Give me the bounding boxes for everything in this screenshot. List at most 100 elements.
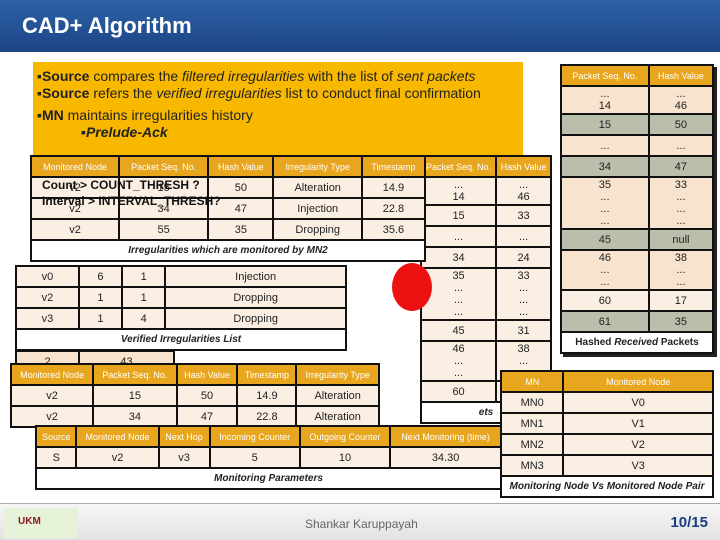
interval-threshold: Interval > INTERVAL_THRESH? <box>42 194 221 208</box>
bullet-4: ▪Prelude-Ack <box>81 124 168 140</box>
table-cell: 1 <box>121 286 167 309</box>
table-cell: ... <box>419 225 498 248</box>
monitoring-pair-table: MN Monitored Node MN0 V0 MN1 V1 MN2 V2 MN3 V3 Moni… <box>499 370 714 498</box>
table-cell: 1 <box>121 265 167 288</box>
column-header: Monitored Node <box>29 155 121 178</box>
table-cell: null <box>647 228 715 251</box>
table-row: 35 ... ... ... 33 ... ... ... <box>560 176 715 230</box>
column-header: Monitored Node <box>75 425 160 448</box>
table-cell: 47 <box>647 155 715 178</box>
table-cell: 15 <box>92 384 178 407</box>
column-header: Monitored Node <box>9 363 95 386</box>
table-cell: ... <box>560 134 650 157</box>
table-cell: ... <box>647 134 715 157</box>
table-cell: ... 46 <box>647 85 715 115</box>
network-node <box>392 263 432 311</box>
table-cell: Alteration <box>295 384 380 407</box>
footer: UKM Shankar Karuppayah 10/15 <box>0 503 720 540</box>
column-header: Outgoing Counter <box>298 425 392 448</box>
bullet-1: ▪Source compares the filtered irregulari… <box>37 68 476 84</box>
table-cell: V3 <box>562 454 714 477</box>
table-row: v2 1 1 Dropping <box>15 286 347 309</box>
table-cell: 24 <box>495 246 552 269</box>
table-cell: 14.9 <box>360 176 427 199</box>
table-cell: V0 <box>562 391 714 414</box>
table-cell: 6 <box>77 265 124 288</box>
table-cell: 50 <box>175 384 239 407</box>
column-header: Packet Seq. No. <box>419 155 498 178</box>
column-header: Hash Value <box>175 363 239 386</box>
column-header: Packet Seq. No. <box>560 64 650 87</box>
table-cell: Alteration <box>295 405 380 428</box>
table-cell: v2 <box>75 446 160 469</box>
table-caption: Irregularities which are monitored by MN… <box>30 239 426 262</box>
table-cell: ... 46 <box>495 176 552 206</box>
verified-irregularities-table: v0 6 1 Injection v2 1 1 Dropping v3 1 4 Dropping Ver… <box>15 265 347 351</box>
filtered-irregularities-table: Monitored Node Packet Seq. No. Hash Value T… <box>9 363 380 428</box>
table-row: ... 14... 46 <box>560 85 715 115</box>
table-cell: MN0 <box>499 391 565 414</box>
table-cell: 55 <box>118 218 210 241</box>
column-header: Hash Value <box>647 64 715 87</box>
table-cell: MN3 <box>499 454 565 477</box>
table-row: 35 ... ... ... 33 ... ... ... <box>419 267 552 321</box>
table-cell: v2 <box>29 218 121 241</box>
table-cell: 47 <box>175 405 239 428</box>
table-cell: 60 <box>560 289 650 312</box>
table-cell: 46 ... ... <box>419 340 498 382</box>
table-cell: 35 <box>207 218 275 241</box>
table-row: v2 15 50 14.9 Alteration <box>9 384 380 407</box>
caption-part: Received <box>614 337 659 348</box>
column-header: Packet Seq. No. <box>118 155 210 178</box>
table-cell: 46 ... ... <box>560 249 650 291</box>
table-row: 34 24 <box>419 246 552 269</box>
table-cell: 31 <box>495 319 552 342</box>
table-cell: Dropping <box>164 286 347 309</box>
column-header: Hash Value <box>495 155 552 178</box>
column-header: Monitored Node <box>562 370 714 393</box>
column-header: Timestamp <box>236 363 298 386</box>
table-caption: Monitoring Node Vs Monitored Node Pair <box>500 475 714 498</box>
column-header: Irregularity Type <box>295 363 380 386</box>
table-cell: ... 14 <box>560 85 650 115</box>
table-cell: v0 <box>15 265 80 288</box>
table-cell: 35 ... ... ... <box>560 176 650 230</box>
bullet-box: ▪Source compares the filtered irregulari… <box>33 62 523 157</box>
table-caption: Verified Irregularities List <box>15 328 347 351</box>
table-cell: 34 <box>419 246 498 269</box>
column-header: Next Monitoring (time) <box>389 425 502 448</box>
table-cell: V2 <box>562 433 714 456</box>
table-cell: 33 ... ... ... <box>647 176 715 230</box>
table-cell: S <box>34 446 78 469</box>
table-cell: 61 <box>560 310 650 333</box>
column-header: Hash Value <box>207 155 275 178</box>
university-logo: UKM <box>4 508 78 538</box>
table-cell: 15 <box>560 113 650 136</box>
table-cell: 45 <box>560 228 650 251</box>
table-cell: v2 <box>9 384 95 407</box>
bullet-3: ▪MN maintains irregularities history <box>37 107 253 123</box>
table-cell: 35 ... ... ... <box>419 267 498 321</box>
table-cell: 33 <box>495 204 552 227</box>
table-cell: v2 <box>15 286 80 309</box>
column-header: Next Hop <box>157 425 211 448</box>
table-cell: 22.8 <box>360 197 427 220</box>
caption-part: Hashed <box>575 337 615 348</box>
table-cell: 33 ... ... ... <box>495 267 552 321</box>
table-row: 46 ... ...38 ... ... <box>560 249 715 291</box>
table-cell: ... 14 <box>419 176 498 206</box>
table-cell: MN1 <box>499 412 565 435</box>
table-row: v2 55 35 Dropping 35.6 <box>29 218 427 241</box>
slide-title: CAD+ Algorithm <box>22 13 192 38</box>
page-number: 10/15 <box>670 514 708 531</box>
table-caption: Monitoring Parameters <box>35 467 502 490</box>
slide-title-bar: CAD+ Algorithm <box>0 0 720 52</box>
column-header: Incoming Counter <box>208 425 301 448</box>
table-row: ...... <box>560 134 715 157</box>
table-cell: MN2 <box>499 433 565 456</box>
table-cell: Dropping <box>164 307 347 330</box>
table-cell: 35.6 <box>360 218 427 241</box>
table-row: 15 33 <box>419 204 552 227</box>
table-row: 6017 <box>560 289 715 312</box>
table-cell: ... <box>495 225 552 248</box>
